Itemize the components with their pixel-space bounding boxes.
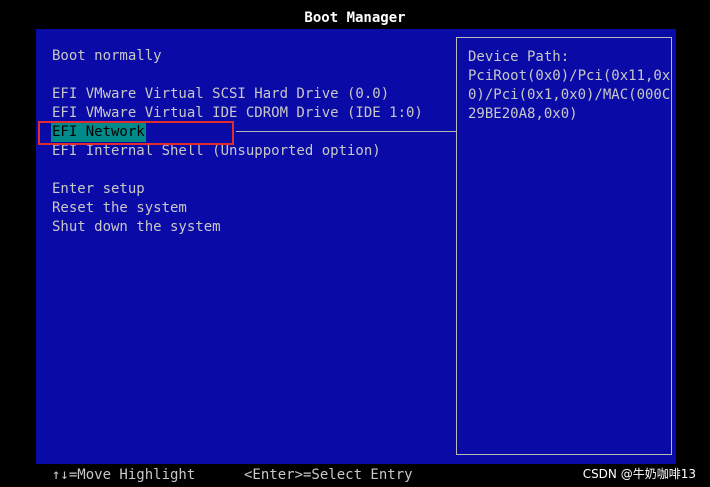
device-path-line-2: 0)/Pci(0x1,0x0)/MAC(000C [468, 87, 671, 103]
device-path-line-1: PciRoot(0x0)/Pci(0x11,0x [468, 68, 671, 84]
device-info-panel: Device Path: PciRoot(0x0)/Pci(0x11,0x 0)… [456, 37, 672, 455]
menu-item-enter-setup[interactable]: Enter setup [51, 180, 146, 199]
menu-item-internal-shell[interactable]: EFI Internal Shell (Unsupported option) [51, 142, 382, 161]
boot-manager-screen: Boot normally EFI VMware Virtual SCSI Ha… [36, 29, 676, 464]
menu-item-boot-normally[interactable]: Boot normally [51, 47, 163, 66]
device-path-line-3: 29BE20A8,0x0) [468, 106, 578, 122]
menu-item-shut-down[interactable]: Shut down the system [51, 218, 222, 237]
menu-item-scsi-hard-drive[interactable]: EFI VMware Virtual SCSI Hard Drive (0.0) [51, 85, 390, 104]
watermark: CSDN @牛奶咖啡13 [582, 467, 696, 481]
move-highlight-hint: ↑↓=Move Highlight [52, 467, 196, 483]
device-path-label: Device Path: [468, 49, 570, 65]
page-title: Boot Manager [304, 10, 406, 26]
menu-item-ide-cdrom-drive[interactable]: EFI VMware Virtual IDE CDROM Drive (IDE … [51, 104, 424, 123]
menu-item-reset-system[interactable]: Reset the system [51, 199, 188, 218]
select-entry-hint: <Enter>=Select Entry [244, 467, 413, 483]
selection-divider [236, 131, 456, 132]
menu-item-efi-network[interactable]: EFI Network [51, 123, 146, 142]
